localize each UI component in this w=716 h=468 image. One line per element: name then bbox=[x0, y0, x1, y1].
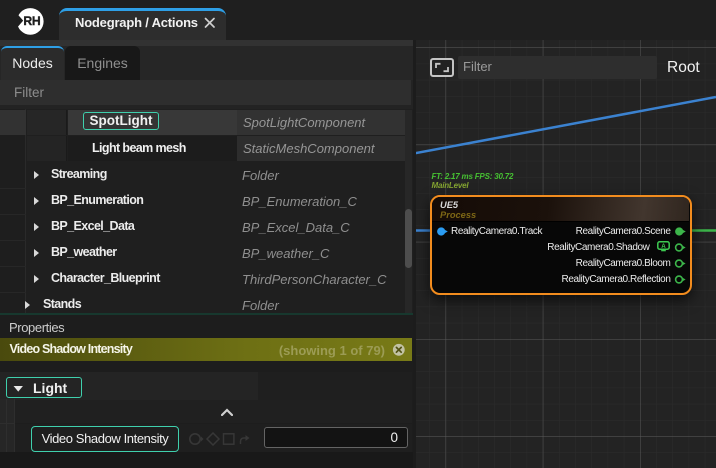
svg-text:RH: RH bbox=[23, 14, 40, 28]
svg-text:A: A bbox=[661, 243, 666, 250]
